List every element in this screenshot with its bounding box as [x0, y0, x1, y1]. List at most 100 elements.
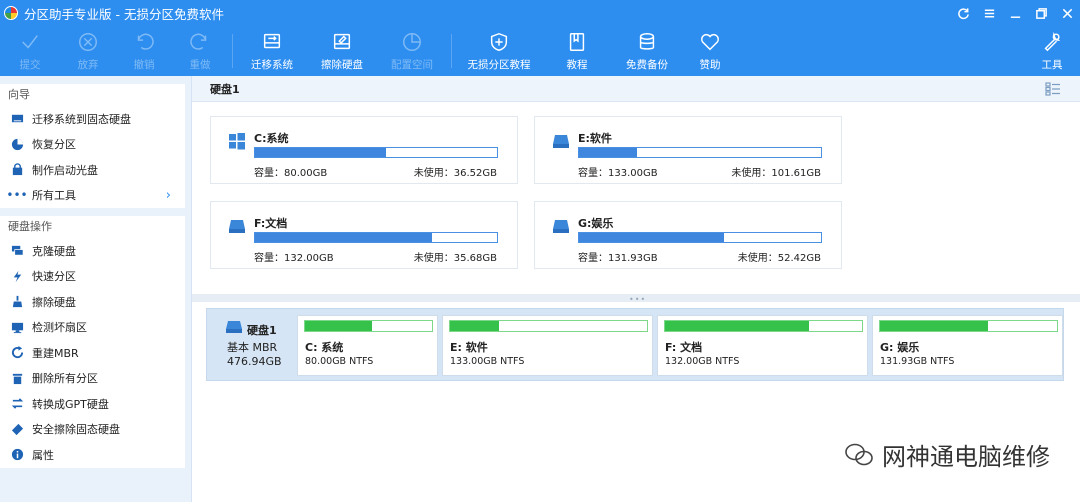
wipe-icon	[10, 295, 24, 309]
eraser-icon	[10, 422, 24, 436]
usage-fill	[579, 148, 638, 157]
disk-header: 硬盘1	[192, 76, 1080, 102]
tools-button[interactable]: 工具	[1024, 26, 1080, 76]
redo-button[interactable]: 重做	[172, 26, 228, 76]
usage-fill	[450, 321, 500, 331]
free-text: 未使用：101.61GB	[731, 164, 821, 179]
book-icon	[569, 33, 585, 51]
partition-block[interactable]: E: 软件 133.00GB NTFS	[442, 315, 653, 376]
wipe-label: 擦除硬盘	[321, 59, 363, 71]
lossless-tutorial-button[interactable]: 无损分区教程	[456, 26, 542, 76]
minimize-button[interactable]	[1002, 0, 1028, 26]
toolbar-separator	[232, 34, 233, 68]
sidebar-item-rebuild-mbr[interactable]: 重建MBR	[0, 340, 185, 366]
free-text: 未使用：35.68GB	[414, 249, 497, 264]
lightning-icon	[10, 269, 24, 283]
capacity-value: 131.93GB	[608, 253, 658, 264]
sidebar-item-wipe-disk[interactable]: 擦除硬盘	[0, 289, 185, 315]
donate-button[interactable]: 赞助	[682, 26, 738, 76]
wechat-icon	[845, 443, 873, 465]
tools-label: 工具	[1041, 59, 1063, 71]
free-text: 未使用：52.42GB	[738, 249, 821, 264]
close-button[interactable]	[1054, 0, 1080, 26]
sidebar-item-all-tools[interactable]: ••• 所有工具 ›	[0, 183, 185, 209]
sidebar-item-properties[interactable]: 属性	[0, 442, 185, 468]
sidebar-item-recover-partition[interactable]: 恢复分区	[0, 132, 185, 158]
sidebar-item-migrate-ssd[interactable]: 迁移系统到固态硬盘	[0, 106, 185, 132]
sidebar-item-bad-sector[interactable]: 检测坏扇区	[0, 315, 185, 341]
sidebar-item-clone-disk[interactable]: 克隆硬盘	[0, 238, 185, 264]
capacity-value: 132.00GB	[284, 253, 334, 264]
discard-button[interactable]: 放弃	[60, 26, 116, 76]
partition-name: F:文档	[254, 217, 288, 230]
usage-bar	[578, 232, 822, 243]
sidebar-item-convert-gpt[interactable]: 转换成GPT硬盘	[0, 391, 185, 417]
migrate-label: 迁移系统	[251, 59, 293, 71]
pane-splitter[interactable]: •••	[192, 294, 1080, 304]
minimize-icon	[1010, 15, 1020, 18]
free-value: 52.42GB	[777, 253, 821, 264]
more-icon: •••	[6, 188, 28, 203]
sidebar-item-label: 快速分区	[32, 270, 76, 284]
partition-card[interactable]: F:文档 容量：132.00GB 未使用：35.68GB	[210, 201, 518, 269]
windows-icon	[229, 133, 245, 150]
partition-card[interactable]: C:系统 容量：80.00GB 未使用：36.52GB	[210, 116, 518, 184]
partition-block[interactable]: G: 娱乐 131.93GB NTFS	[872, 315, 1063, 376]
commit-button[interactable]: 提交	[0, 26, 60, 76]
disk-size: 476.94GB	[227, 355, 282, 368]
wipe-disk-button[interactable]: 擦除硬盘	[307, 26, 377, 76]
app-logo-icon	[4, 6, 18, 20]
disk-name: 硬盘1	[247, 324, 277, 337]
partition-name: G:娱乐	[578, 217, 614, 230]
disk-info[interactable]: 硬盘1 基本 MBR 476.94GB	[207, 309, 295, 380]
capacity-text: 容量：80.00GB	[254, 164, 327, 179]
drive-icon	[553, 135, 569, 148]
sidebar-item-delete-all[interactable]: 删除所有分区	[0, 366, 185, 392]
partition-block[interactable]: F: 文档 132.00GB NTFS	[657, 315, 868, 376]
refresh-button[interactable]	[950, 0, 976, 26]
free-label: 未使用：	[413, 168, 454, 179]
capacity-label: 容量：	[254, 253, 284, 264]
migrate-system-button[interactable]: 迁移系统	[237, 26, 307, 76]
sidebar-item-label: 属性	[32, 448, 54, 462]
drive-icon	[553, 220, 569, 233]
chevron-right-icon: ›	[165, 187, 171, 203]
partition-card[interactable]: E:软件 容量：133.00GB 未使用：101.61GB	[534, 116, 842, 184]
free-backup-button[interactable]: 免费备份	[612, 26, 682, 76]
commit-label: 提交	[19, 59, 41, 71]
usage-fill	[305, 321, 373, 331]
bad-sector-icon	[10, 320, 24, 334]
allocate-space-button[interactable]: 配置空间	[377, 26, 447, 76]
restore-button[interactable]	[1028, 0, 1054, 26]
menu-button[interactable]	[976, 0, 1002, 26]
sidebar-item-label: 擦除硬盘	[32, 295, 76, 309]
heart-icon	[701, 33, 719, 51]
tutorial-button[interactable]: 教程	[542, 26, 612, 76]
wipe-disk-icon	[333, 33, 351, 50]
usage-bar	[449, 320, 648, 332]
sidebar-item-label: 制作启动光盘	[32, 163, 98, 177]
sidebar-item-boot-disc[interactable]: 制作启动光盘	[0, 157, 185, 183]
menu-icon	[984, 9, 994, 17]
usage-bar	[578, 147, 822, 158]
partition-card[interactable]: G:娱乐 容量：131.93GB 未使用：52.42GB	[534, 201, 842, 269]
boot-disc-icon	[10, 163, 24, 177]
restore-icon	[1035, 7, 1047, 19]
view-toggle-button[interactable]	[1044, 81, 1062, 97]
discard-icon	[79, 33, 97, 51]
sidebar-item-secure-erase[interactable]: 安全擦除固态硬盘	[0, 417, 185, 443]
free-value: 101.61GB	[771, 168, 821, 179]
partition-name: E: 软件	[450, 341, 488, 354]
partition-block[interactable]: C: 系统 80.00GB NTFS	[297, 315, 438, 376]
partition-name: E:软件	[578, 132, 612, 145]
backup-icon	[639, 33, 655, 50]
info-icon	[10, 448, 24, 462]
disk-header-label: 硬盘1	[210, 82, 240, 96]
capacity-value: 133.00GB	[608, 168, 658, 179]
watermark-text: 网神通电脑维修	[882, 443, 1050, 471]
undo-button[interactable]: 撤销	[116, 26, 172, 76]
partition-info: 132.00GB NTFS	[665, 356, 740, 367]
partition-name: G: 娱乐	[880, 341, 920, 354]
sidebar-item-quick-partition[interactable]: 快速分区	[0, 264, 185, 290]
drive-icon	[229, 220, 245, 233]
